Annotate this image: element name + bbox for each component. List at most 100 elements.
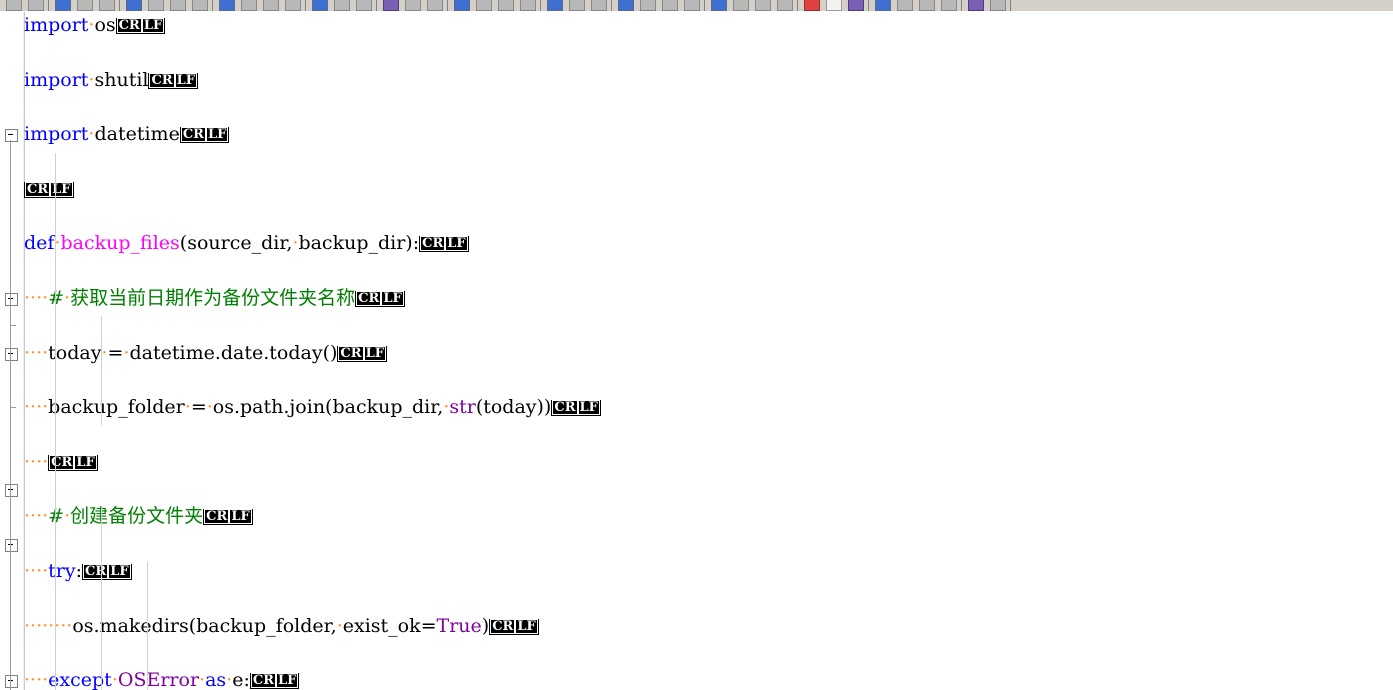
code-line[interactable]: import·os CR LF [24, 12, 1393, 39]
toolbar-button-3-1[interactable] [122, 0, 144, 11]
code-line[interactable]: ····#·获取当前日期作为备份文件夹名称 CR LF [24, 285, 1393, 312]
toolbar-button-12-2[interactable] [893, 0, 915, 11]
toolbar-group-9[interactable] [612, 0, 705, 11]
toolbar-group-6[interactable] [377, 0, 448, 11]
toolbar-icon-grey [334, 0, 350, 11]
toolbar-group-13[interactable] [962, 0, 1011, 11]
code-line[interactable]: ····#·创建备份文件夹 CR LF [24, 503, 1393, 530]
indent-guide-line [101, 316, 102, 426]
toolbar-button-4-3[interactable] [259, 0, 281, 11]
toolbar-button-3-3[interactable] [166, 0, 188, 11]
toolbar-strip[interactable] [0, 0, 1393, 12]
builtin-token: OSError [117, 669, 200, 690]
eol-crlf-marker: CR LF [24, 181, 74, 198]
eol-crlf-marker: CR LF [203, 509, 253, 526]
toolbar-button-9-1[interactable] [614, 0, 636, 11]
code-line[interactable]: ····try: CR LF [24, 558, 1393, 585]
code-line[interactable]: def·backup_files(source_dir,·backup_dir)… [24, 230, 1393, 257]
toolbar-icon-grey [569, 0, 585, 11]
toolbar-button-6-2[interactable] [401, 0, 423, 11]
code-line[interactable]: ···· CR LF [24, 449, 1393, 476]
toolbar-group-5[interactable] [306, 0, 377, 11]
code-line[interactable]: ····today·=·datetime.date.today() CR LF [24, 340, 1393, 367]
toolbar-icon-red [804, 0, 820, 11]
toolbar-group-1[interactable] [0, 0, 49, 11]
toolbar-button-11-1[interactable] [800, 0, 822, 11]
toolbar-button-6-1[interactable] [379, 0, 401, 11]
toolbar-group-8[interactable] [541, 0, 612, 11]
fold-toggle-collapse[interactable] [5, 538, 18, 552]
toolbar-button-6-3[interactable] [423, 0, 445, 11]
toolbar-button-7-2[interactable] [472, 0, 494, 11]
code-line[interactable]: import·datetime CR LF [24, 121, 1393, 148]
toolbar-button-1-2[interactable] [24, 0, 46, 11]
toolbar-group-3[interactable] [120, 0, 213, 11]
fold-marker-column[interactable] [0, 12, 23, 690]
toolbar-button-11-3[interactable] [844, 0, 866, 11]
toolbar-button-10-3[interactable] [751, 0, 773, 11]
toolbar-group-12[interactable] [869, 0, 962, 11]
toolbar-button-row[interactable] [0, 0, 1011, 11]
toolbar-button-12-3[interactable] [915, 0, 937, 11]
toolbar-button-8-3[interactable] [587, 0, 609, 11]
toolbar-button-10-4[interactable] [773, 0, 795, 11]
fold-toggle-collapse[interactable] [5, 129, 18, 143]
toolbar-group-10[interactable] [705, 0, 798, 11]
code-line[interactable]: CR LF [24, 176, 1393, 203]
toolbar-button-13-1[interactable] [964, 0, 986, 11]
toolbar-button-4-4[interactable] [281, 0, 303, 11]
toolbar-button-13-2[interactable] [986, 0, 1008, 11]
toolbar-button-10-1[interactable] [707, 0, 729, 11]
toolbar-icon-blue [875, 0, 891, 11]
indent-guide-line [147, 562, 148, 690]
code-text-area[interactable]: import·os CR LF import·shutil CR LF import·dat… [24, 12, 1393, 690]
toolbar-group-7[interactable] [448, 0, 541, 11]
toolbar-button-11-2[interactable] [822, 0, 844, 11]
toolbar-button-9-4[interactable] [680, 0, 702, 11]
toolbar-group-2[interactable] [49, 0, 120, 11]
fold-spine-line [10, 140, 11, 690]
fold-gutter[interactable] [0, 12, 25, 690]
code-line[interactable]: ········os.makedirs(backup_folder,·exist… [24, 613, 1393, 640]
toolbar-icon-blue [126, 0, 142, 11]
toolbar-button-5-2[interactable] [330, 0, 352, 11]
editor-window: import·os CR LF import·shutil CR LF import·dat… [0, 0, 1393, 690]
toolbar-button-10-2[interactable] [729, 0, 751, 11]
toolbar-button-2-3[interactable] [95, 0, 117, 11]
toolbar-button-3-4[interactable] [188, 0, 210, 11]
code-line[interactable]: import·shutil CR LF [24, 67, 1393, 94]
code-line[interactable]: ····except·OSError·as·e: CR LF [24, 667, 1393, 690]
fold-toggle-collapse[interactable] [5, 675, 18, 689]
code-token: backup_folder [48, 396, 185, 419]
toolbar-icon-purple [848, 0, 864, 11]
fold-toggle-collapse[interactable] [5, 484, 18, 498]
toolbar-button-7-4[interactable] [516, 0, 538, 11]
code-line[interactable]: ····backup_folder·=·os.path.join(backup_… [24, 394, 1393, 421]
fold-toggle-collapse[interactable] [5, 293, 18, 306]
toolbar-button-12-1[interactable] [871, 0, 893, 11]
code-token: datetime [94, 123, 180, 146]
toolbar-group-4[interactable] [213, 0, 306, 11]
toolbar-button-2-2[interactable] [73, 0, 95, 11]
toolbar-button-4-2[interactable] [237, 0, 259, 11]
indent-whitespace-dots: ···· [24, 505, 49, 528]
toolbar-button-7-1[interactable] [450, 0, 472, 11]
fold-toggle-collapse[interactable] [5, 347, 18, 361]
toolbar-button-2-1[interactable] [51, 0, 73, 11]
toolbar-button-12-4[interactable] [937, 0, 959, 11]
toolbar-icon-grey [897, 0, 913, 11]
toolbar-button-1-1[interactable] [2, 0, 24, 11]
toolbar-button-5-1[interactable] [308, 0, 330, 11]
toolbar-button-9-3[interactable] [658, 0, 680, 11]
toolbar-button-3-2[interactable] [144, 0, 166, 11]
toolbar-button-9-2[interactable] [636, 0, 658, 11]
toolbar-button-4-1[interactable] [215, 0, 237, 11]
toolbar-button-5-3[interactable] [352, 0, 374, 11]
toolbar-button-8-2[interactable] [565, 0, 587, 11]
code-token: os [94, 14, 116, 36]
toolbar-group-11[interactable] [798, 0, 869, 11]
code-editor-surface[interactable]: import·os CR LF import·shutil CR LF import·dat… [0, 12, 1393, 690]
code-token: today [48, 341, 102, 364]
toolbar-button-8-1[interactable] [543, 0, 565, 11]
toolbar-button-7-3[interactable] [494, 0, 516, 11]
